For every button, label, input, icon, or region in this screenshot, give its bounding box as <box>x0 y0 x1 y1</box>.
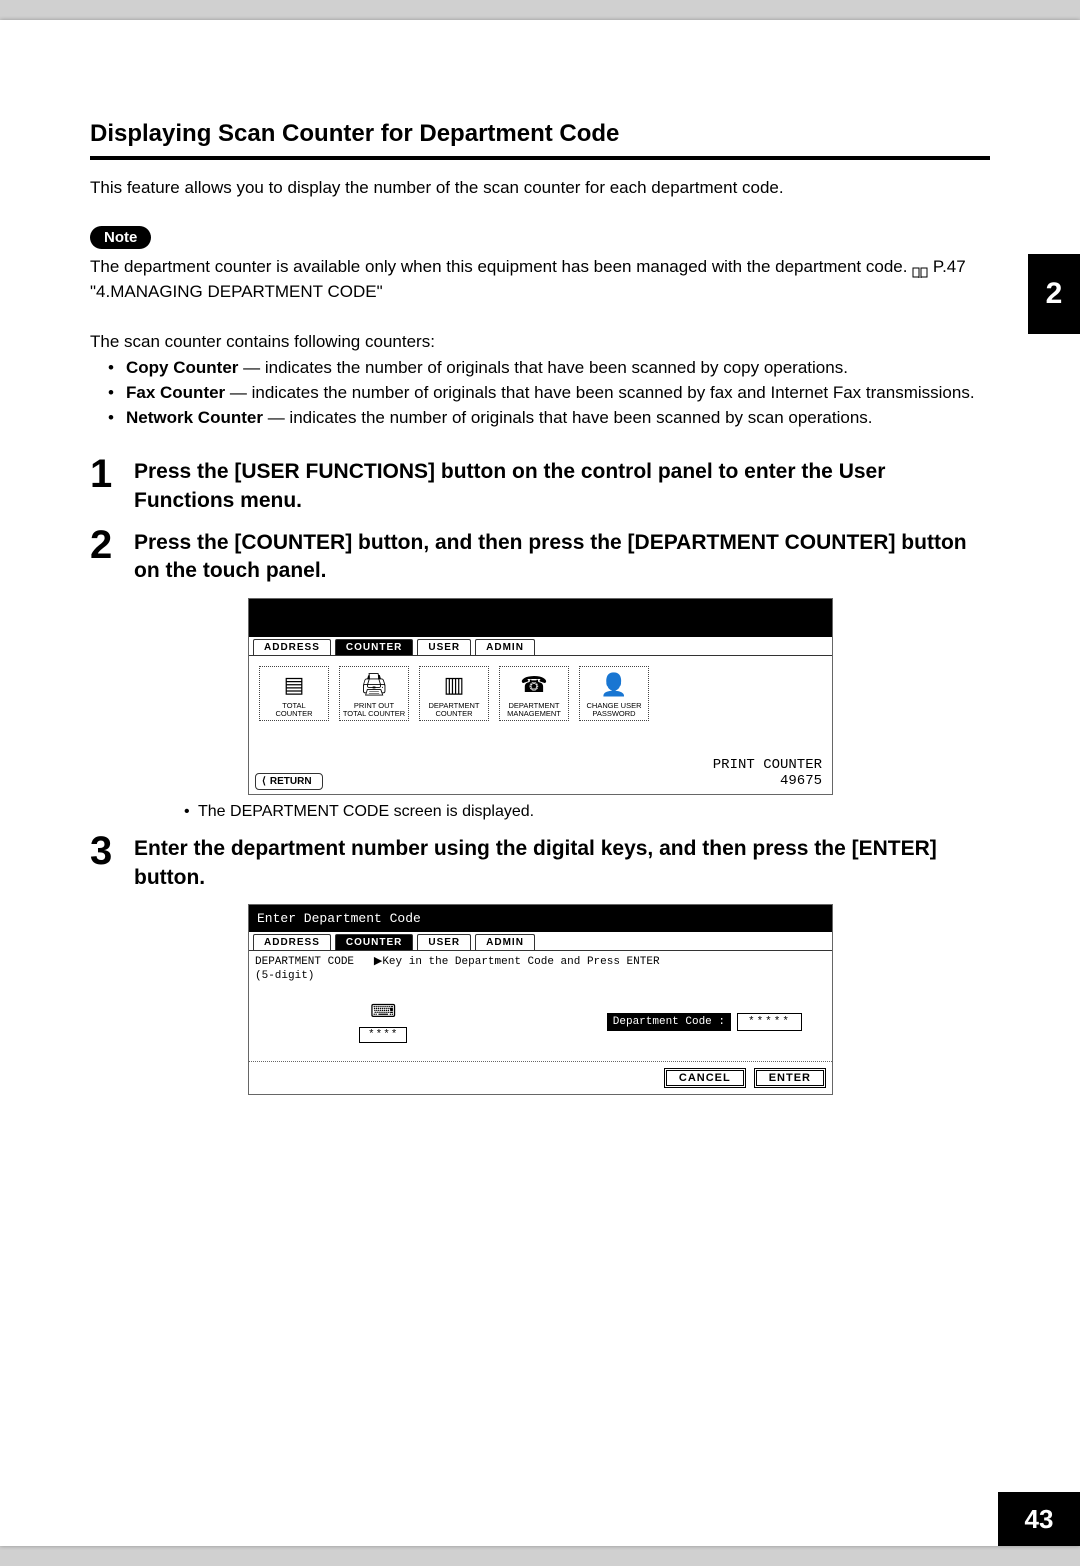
total-counter-button[interactable]: ▤TOTAL COUNTER <box>259 666 329 721</box>
button-label: TOTAL COUNTER <box>275 702 312 718</box>
screenshot-counter-menu: ADDRESS COUNTER USER ADMIN ▤TOTAL COUNTE… <box>248 598 833 796</box>
page: 2 43 Displaying Scan Counter for Departm… <box>0 20 1080 1546</box>
print-counter-label: PRINT COUNTER <box>713 757 822 774</box>
chevron-left-icon: ⟨ <box>262 776 266 787</box>
note-text: The department counter is available only… <box>90 255 990 304</box>
intro-text: This feature allows you to display the n… <box>90 178 990 198</box>
print-counter-display: PRINT COUNTER 49675 <box>713 757 826 791</box>
keypad-icon: ⌨ <box>370 1001 396 1023</box>
dept-code-field-label: Department Code : <box>607 1013 731 1031</box>
step-text: Press the [COUNTER] button, and then pre… <box>134 529 990 586</box>
step-2: 2 Press the [COUNTER] button, and then p… <box>90 529 990 821</box>
section-title: Displaying Scan Counter for Department C… <box>90 120 990 148</box>
tab-counter[interactable]: COUNTER <box>335 934 413 950</box>
step-number: 2 <box>90 525 112 565</box>
instr-label: DEPARTMENT CODE <box>255 956 354 968</box>
counter-name: Network Counter <box>126 408 263 427</box>
title-rule <box>90 156 990 160</box>
counter-name: Fax Counter <box>126 383 225 402</box>
tab-admin[interactable]: ADMIN <box>475 639 535 655</box>
counters-intro: The scan counter contains following coun… <box>90 332 990 352</box>
keypad-icon-group: ⌨ **** <box>359 1001 407 1043</box>
enter-button[interactable]: ENTER <box>754 1068 826 1088</box>
screenshot-tabs: ADDRESS COUNTER USER ADMIN <box>249 637 832 655</box>
button-label: CHANGE USER PASSWORD <box>586 702 641 718</box>
counter-name: Copy Counter <box>126 358 238 377</box>
step-1: 1 Press the [USER FUNCTIONS] button on t… <box>90 458 990 515</box>
dept-code-field: Department Code : ***** <box>607 1013 802 1031</box>
counter-desc: — indicates the number of originals that… <box>225 383 974 402</box>
screenshot-button-row: ▤TOTAL COUNTER 🖨PRINT OUT TOTAL COUNTER … <box>255 662 826 727</box>
note-badge: Note <box>90 226 151 249</box>
book-icon <box>912 262 928 274</box>
note-text-a: The department counter is available only… <box>90 257 912 276</box>
dept-code-field-value[interactable]: ***** <box>737 1013 802 1031</box>
screenshot-blackbar <box>249 599 832 637</box>
step-3: 3 Enter the department number using the … <box>90 835 990 1095</box>
instr-text: Key in the Department Code and Press ENT… <box>382 956 659 968</box>
page-number: 43 <box>998 1492 1080 1546</box>
button-label: DEPARTMENT MANAGEMENT <box>507 702 561 718</box>
user-password-icon: 👤 <box>600 667 627 702</box>
tab-address[interactable]: ADDRESS <box>253 639 331 655</box>
screenshot-body: ▤TOTAL COUNTER 🖨PRINT OUT TOTAL COUNTER … <box>249 655 832 755</box>
print-counter-value: 49675 <box>713 773 822 790</box>
steps-list: 1 Press the [USER FUNCTIONS] button on t… <box>90 458 990 1095</box>
printout-total-counter-button[interactable]: 🖨PRINT OUT TOTAL COUNTER <box>339 666 409 721</box>
input-mask-box: **** <box>359 1027 407 1043</box>
step-text: Press the [USER FUNCTIONS] button on the… <box>134 458 990 515</box>
return-label: RETURN <box>270 776 312 787</box>
cancel-button[interactable]: CANCEL <box>664 1068 746 1088</box>
return-button[interactable]: ⟨ RETURN <box>255 773 323 790</box>
dept-code-mid-row: ⌨ **** Department Code : ***** <box>249 987 832 1061</box>
screenshot-body: DEPARTMENT CODE ▶Key in the Department C… <box>249 950 832 1095</box>
tab-admin[interactable]: ADMIN <box>475 934 535 950</box>
tab-user[interactable]: USER <box>417 639 471 655</box>
step-number: 3 <box>90 831 112 871</box>
counter-list: Copy Counter — indicates the number of o… <box>108 356 990 430</box>
instr-digits: (5-digit) <box>255 970 314 982</box>
step-number: 1 <box>90 454 112 494</box>
button-label: DEPARTMENT COUNTER <box>429 702 480 718</box>
counter-item: Network Counter — indicates the number o… <box>108 406 990 431</box>
screenshot-enter-dept-code: Enter Department Code ADDRESS COUNTER US… <box>248 904 833 1096</box>
department-management-button[interactable]: ☎DEPARTMENT MANAGEMENT <box>499 666 569 721</box>
dialog-buttons: CANCEL ENTER <box>249 1061 832 1094</box>
change-user-password-button[interactable]: 👤CHANGE USER PASSWORD <box>579 666 649 721</box>
counter-item: Fax Counter — indicates the number of or… <box>108 381 990 406</box>
printer-icon: 🖨 <box>360 667 388 702</box>
counter-desc: — indicates the number of originals that… <box>238 358 848 377</box>
button-label: PRINT OUT TOTAL COUNTER <box>343 702 405 718</box>
dept-code-instruction: DEPARTMENT CODE ▶Key in the Department C… <box>249 951 832 988</box>
counter-icon: ▥ <box>444 667 465 702</box>
content-area: Displaying Scan Counter for Department C… <box>90 120 990 1109</box>
step-2-sub-bullet: The DEPARTMENT CODE screen is displayed. <box>184 803 990 821</box>
screenshot-footer: ⟨ RETURN PRINT COUNTER 49675 <box>249 755 832 795</box>
tab-user[interactable]: USER <box>417 934 471 950</box>
counter-icon: ▤ <box>284 667 305 702</box>
screenshot-tabs: ADDRESS COUNTER USER ADMIN <box>249 932 832 950</box>
screenshot-title-bar: Enter Department Code <box>249 905 832 932</box>
tab-counter[interactable]: COUNTER <box>335 639 413 655</box>
counter-item: Copy Counter — indicates the number of o… <box>108 356 990 381</box>
chapter-tab: 2 <box>1028 254 1080 334</box>
counter-desc: — indicates the number of originals that… <box>263 408 873 427</box>
management-icon: ☎ <box>520 667 547 702</box>
department-counter-button[interactable]: ▥DEPARTMENT COUNTER <box>419 666 489 721</box>
tab-address[interactable]: ADDRESS <box>253 934 331 950</box>
step-text: Enter the department number using the di… <box>134 835 990 892</box>
